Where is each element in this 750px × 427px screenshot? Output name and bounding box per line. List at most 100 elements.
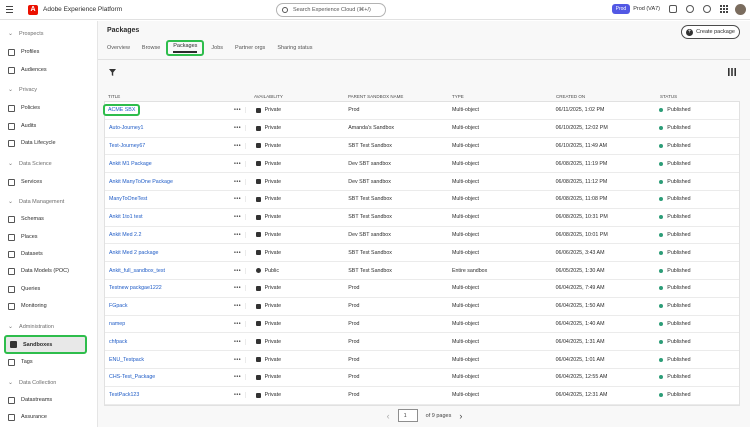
table-row[interactable]: Ankit ManyToOne Package ••• Private Dev SBT… xyxy=(105,173,739,191)
table-row[interactable]: ACME SBX ••• Private Prod Multi-object 06/11/… xyxy=(103,102,739,120)
more-actions-icon[interactable]: ••• xyxy=(231,214,245,220)
prev-page-button[interactable]: ‹ xyxy=(387,411,390,421)
package-title-link[interactable]: ACME SBX xyxy=(103,104,231,117)
sidebar-item-audits[interactable]: Audits xyxy=(4,118,87,134)
header-parent-sandbox[interactable]: PARENT SANDBOX NAME xyxy=(348,94,452,99)
sidebar-item-monitoring[interactable]: Monitoring xyxy=(4,298,87,314)
env-badge[interactable]: Prod xyxy=(611,4,631,14)
package-title-link[interactable]: Ankit 1to1 test xyxy=(105,214,231,220)
tab-partner-orgs[interactable]: Partner orgs xyxy=(235,43,265,59)
sidebar-item-sandboxes[interactable]: Sandboxes xyxy=(4,335,87,354)
sidebar-item-tags[interactable]: Tags xyxy=(4,354,87,370)
next-page-button[interactable]: › xyxy=(459,411,462,421)
package-title-link[interactable]: chfpack xyxy=(105,339,231,345)
tab-browse[interactable]: Browse xyxy=(142,43,160,59)
sidebar-item-audiences[interactable]: Audiences xyxy=(4,62,87,78)
sidebar-section-privacy[interactable]: ⌄ Privacy xyxy=(8,86,37,94)
org-switcher[interactable]: Prod (VA7) xyxy=(633,6,660,12)
package-title-link[interactable]: Testnew packgae1222 xyxy=(105,285,231,291)
more-actions-icon[interactable]: ••• xyxy=(231,232,245,238)
sidebar-item-assurance[interactable]: Assurance xyxy=(4,409,87,425)
package-title-link[interactable]: namep xyxy=(105,321,231,327)
package-title-link[interactable]: Ankit M1 Package xyxy=(105,161,231,167)
more-actions-icon[interactable]: ••• xyxy=(231,268,245,274)
more-actions-icon[interactable]: ••• xyxy=(231,285,245,291)
search-input[interactable]: Search Experience Cloud (⌘+/) xyxy=(276,3,386,17)
table-row[interactable]: Ankit Med 2.2 ••• Private Dev SBT sandbox Mu… xyxy=(105,227,739,245)
notifications-icon[interactable] xyxy=(703,5,711,13)
package-title-link[interactable]: Ankit Med 2 package xyxy=(105,250,231,256)
tab-packages[interactable]: Packages xyxy=(166,40,205,56)
package-title-link[interactable]: FGpack xyxy=(105,303,231,309)
header-type[interactable]: TYPE xyxy=(452,94,556,99)
table-row[interactable]: chfpack ••• Private Prod Multi-object 06/04/2… xyxy=(105,333,739,352)
sidebar-section-data-collection[interactable]: ⌄ Data Collection xyxy=(8,379,56,387)
header-availability[interactable]: AVAILABILITY xyxy=(244,94,348,99)
more-actions-icon[interactable]: ••• xyxy=(231,339,245,345)
page-number-input[interactable]: 1 xyxy=(397,409,418,422)
package-title-link[interactable]: Ankit_full_sandbox_test xyxy=(105,268,231,274)
avatar[interactable] xyxy=(735,4,746,15)
more-actions-icon[interactable]: ••• xyxy=(231,196,245,202)
table-row[interactable]: Ankit_full_sandbox_test ••• Public SBT Test… xyxy=(105,262,739,280)
package-title-link[interactable]: Test-Journey67 xyxy=(105,143,231,149)
sidebar-item-data-lifecycle[interactable]: Data Lifecycle xyxy=(4,135,87,151)
sidebar-section-data-management[interactable]: ⌄ Data Management xyxy=(8,198,64,206)
table-row[interactable]: Auto-Journey1 ••• Private Amanda's Sandbox M… xyxy=(105,120,739,138)
help-icon[interactable] xyxy=(686,5,694,13)
sidebar-item-policies[interactable]: Policies xyxy=(4,100,87,116)
sidebar-item-services[interactable]: Services xyxy=(4,174,87,190)
sidebar-item-schemas[interactable]: Schemas xyxy=(4,211,87,227)
table-row[interactable]: namep ••• Private Prod Multi-object 06/04/202… xyxy=(105,316,739,334)
more-actions-icon[interactable]: ••• xyxy=(231,321,245,327)
sidebar-section-administration[interactable]: ⌄ Administration xyxy=(8,323,54,331)
table-row[interactable]: CHS-Test_Package ••• Private Prod Multi-obje… xyxy=(105,369,739,387)
sidebar-item-datastreams[interactable]: Datastreams xyxy=(4,392,87,408)
table-row[interactable]: TestPack123 ••• Private Prod Multi-object 06/… xyxy=(105,387,739,405)
package-title-link[interactable]: Ankit ManyToOne Package xyxy=(105,179,231,185)
column-settings-icon[interactable] xyxy=(728,68,736,76)
sidebar-item-profiles[interactable]: Profiles xyxy=(4,44,87,60)
filter-icon[interactable] xyxy=(109,69,116,76)
table-row[interactable]: ENU_Testpack ••• Private Prod Multi-object 06… xyxy=(105,351,739,369)
package-title-link[interactable]: CHS-Test_Package xyxy=(105,374,231,380)
header-title[interactable]: TITLE xyxy=(104,94,230,99)
table-row[interactable]: ManyToOneTest ••• Private SBT Test Sandbox M… xyxy=(105,191,739,209)
sidebar-section-data-science[interactable]: ⌄ Data Science xyxy=(8,160,52,168)
package-title-link[interactable]: ENU_Testpack xyxy=(105,357,231,363)
sidebar-item-data-models[interactable]: Data Models (POC) xyxy=(4,263,87,279)
package-title-link[interactable]: Ankit Med 2.2 xyxy=(105,232,231,238)
tab-overview[interactable]: Overview xyxy=(107,43,130,59)
package-title-link[interactable]: ManyToOneTest xyxy=(105,196,231,202)
more-actions-icon[interactable]: ••• xyxy=(231,250,245,256)
more-actions-icon[interactable]: ••• xyxy=(231,392,245,398)
header-created-on[interactable]: CREATED ON xyxy=(556,94,660,99)
sidebar-section-prospects[interactable]: ⌄ Prospects xyxy=(8,30,44,38)
table-row[interactable]: Test-Journey67 ••• Private SBT Test Sandbox… xyxy=(105,138,739,156)
feedback-icon[interactable] xyxy=(669,5,677,13)
sidebar-item-datasets[interactable]: Datasets xyxy=(4,246,87,262)
package-title-link[interactable]: TestPack123 xyxy=(105,392,231,398)
more-actions-icon[interactable]: ••• xyxy=(231,374,245,380)
table-row[interactable]: FGpack ••• Private Prod Multi-object 06/04/20… xyxy=(105,298,739,316)
tab-jobs[interactable]: Jobs xyxy=(211,43,223,59)
package-title-link[interactable]: Auto-Journey1 xyxy=(105,125,231,131)
more-actions-icon[interactable]: ••• xyxy=(231,357,245,363)
header-status[interactable]: STATUS xyxy=(660,94,740,99)
sidebar-item-places[interactable]: Places xyxy=(4,229,87,245)
create-package-button[interactable]: + Create package xyxy=(681,25,740,39)
more-actions-icon[interactable]: ••• xyxy=(231,143,245,149)
more-actions-icon[interactable]: ••• xyxy=(231,161,245,167)
more-actions-icon[interactable]: ••• xyxy=(231,179,245,185)
table-row[interactable]: Testnew packgae1222 ••• Private Prod Multi-o… xyxy=(105,280,739,298)
tab-sharing-status[interactable]: Sharing status xyxy=(277,43,312,59)
apps-icon[interactable] xyxy=(720,5,728,13)
sidebar-item-queries[interactable]: Queries xyxy=(4,281,87,297)
table-row[interactable]: Ankit M1 Package ••• Private Dev SBT sandbo… xyxy=(105,155,739,174)
menu-icon[interactable] xyxy=(6,6,22,13)
more-actions-icon[interactable]: ••• xyxy=(231,107,245,113)
table-row[interactable]: Ankit Med 2 package ••• Private SBT Test Sa… xyxy=(105,244,739,263)
table-row[interactable]: Ankit 1to1 test ••• Private SBT Test Sandbo… xyxy=(105,209,739,227)
more-actions-icon[interactable]: ••• xyxy=(231,303,245,309)
more-actions-icon[interactable]: ••• xyxy=(231,125,245,131)
